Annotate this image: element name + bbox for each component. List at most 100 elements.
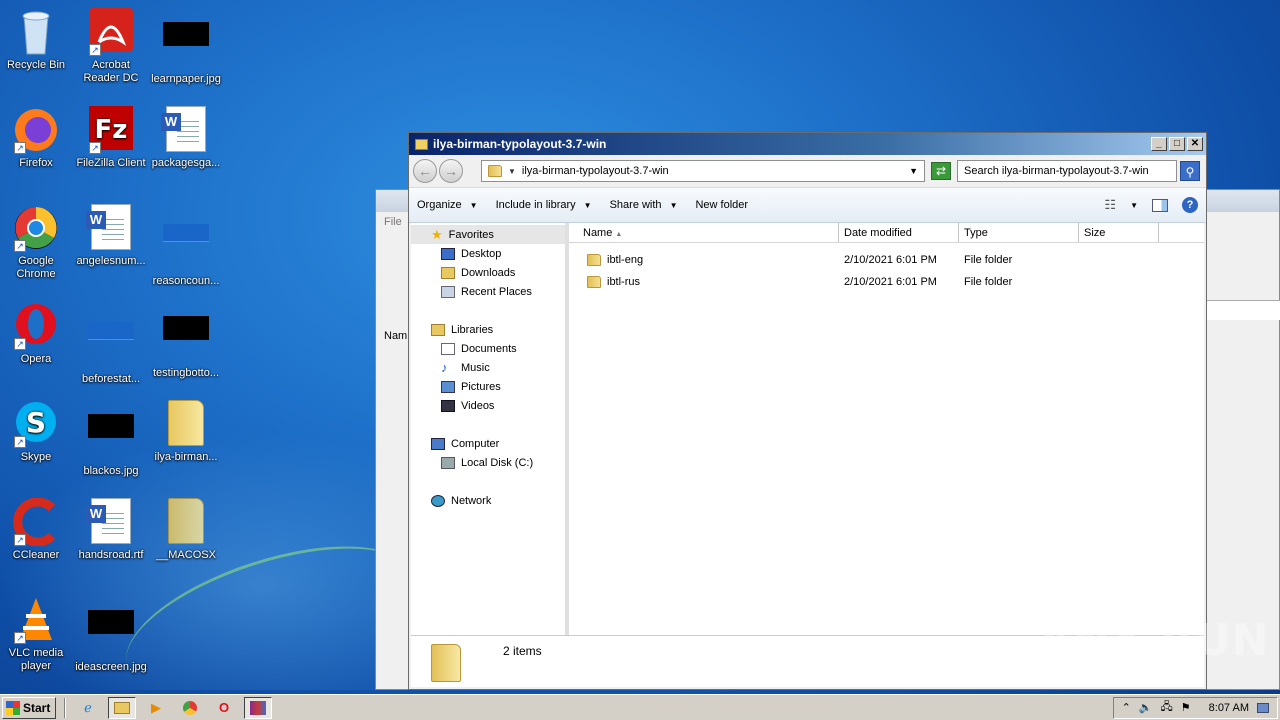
desktop-icon-label: ideascreen.jpg xyxy=(75,661,147,673)
desktop-icon-handsroad[interactable]: W handsroad.rtf xyxy=(73,498,149,562)
network-tray-icon[interactable]: 🖧 xyxy=(1161,698,1173,717)
desktop-icon-beforestat[interactable]: beforestat... xyxy=(73,302,149,386)
preview-pane-icon[interactable] xyxy=(1152,198,1168,212)
desktop-icon-ideascreen[interactable]: ideascreen.jpg xyxy=(73,596,149,674)
desktop-icon-testingbotto[interactable]: testingbotto... xyxy=(148,302,224,380)
explorer-titlebar[interactable]: ilya-birman-typolayout-3.7-win _ □ ✕ xyxy=(409,133,1206,155)
volume-icon[interactable]: 🔈 xyxy=(1139,701,1153,714)
help-icon[interactable]: ? xyxy=(1182,197,1198,213)
desktop-icon-reasoncoun[interactable]: reasoncoun... xyxy=(148,204,224,288)
media-player-icon[interactable]: ▶ xyxy=(142,697,170,719)
organize-button[interactable]: Organize ▼ xyxy=(417,199,478,211)
desktop-icon-filezilla[interactable]: Fz ↗ FileZilla Client xyxy=(73,106,149,170)
command-bar: Organize ▼ Include in library ▼ Share with… xyxy=(409,187,1206,223)
close-button[interactable]: ✕ xyxy=(1187,137,1203,151)
image-file-icon xyxy=(87,610,135,658)
recycle-bin-icon xyxy=(12,8,60,56)
column-name-header[interactable]: Name ▲ xyxy=(569,223,839,242)
start-button[interactable]: Start xyxy=(2,696,56,719)
address-field[interactable]: ▼ ilya-birman-typolayout-3.7-win ▼ xyxy=(481,160,925,182)
column-date-header[interactable]: Date modified xyxy=(839,223,959,242)
desktop-icon-vlc[interactable]: ↗ VLC media player xyxy=(0,596,74,673)
view-options-icon[interactable]: ☷ xyxy=(1104,197,1116,213)
documents-icon xyxy=(441,342,455,355)
desktop-icon-ccleaner[interactable]: ↗ CCleaner xyxy=(0,497,74,562)
winrar-taskbar-icon[interactable] xyxy=(244,696,272,719)
explorer-taskbar-icon[interactable] xyxy=(108,696,136,719)
nav-favorites[interactable]: ★ Favorites xyxy=(411,225,565,244)
minimize-button[interactable]: _ xyxy=(1151,137,1167,151)
background-window-pane xyxy=(1206,300,1280,320)
acrobat-icon: ↗ xyxy=(87,8,135,56)
nav-desktop[interactable]: Desktop xyxy=(411,244,565,263)
chevron-down-icon[interactable]: ▼ xyxy=(508,167,516,176)
nav-videos[interactable]: Videos xyxy=(411,396,565,415)
show-desktop-icon[interactable] xyxy=(1257,702,1269,713)
action-center-icon[interactable]: ⚑ xyxy=(1181,701,1191,714)
maximize-button[interactable]: □ xyxy=(1169,137,1185,151)
nav-recent-places[interactable]: Recent Places xyxy=(411,282,565,301)
system-tray: ⌃ 🔈 🖧 ⚑ 8:07 AM xyxy=(1112,696,1278,719)
address-dropdown-icon[interactable]: ▼ xyxy=(909,166,918,176)
desktop-icon-packagesga[interactable]: W packagesga... xyxy=(148,106,224,170)
desktop-icon-label: Skype xyxy=(20,451,52,463)
nav-local-disk[interactable]: Local Disk (C:) xyxy=(411,453,565,472)
shortcut-arrow-icon: ↗ xyxy=(14,240,26,252)
desktop-icon-label: VLC media player xyxy=(8,647,64,672)
explorer-window[interactable]: ilya-birman-typolayout-3.7-win _ □ ✕ ← →… xyxy=(408,132,1207,690)
desktop-icon-blackos[interactable]: blackos.jpg xyxy=(73,400,149,478)
show-hidden-icons-icon[interactable]: ⌃ xyxy=(1122,701,1131,714)
desktop-icon xyxy=(441,247,455,260)
back-button[interactable]: ← xyxy=(413,159,437,183)
chevron-down-icon[interactable]: ▼ xyxy=(1130,201,1138,210)
search-input[interactable]: Search ilya-birman-typolayout-3.7-win ⚲ xyxy=(957,160,1200,182)
column-size-header[interactable]: Size xyxy=(1079,223,1159,242)
nav-music[interactable]: ♪ Music xyxy=(411,358,565,377)
star-icon: ★ xyxy=(431,226,443,242)
clock[interactable]: 8:07 AM xyxy=(1209,702,1249,714)
desktop-icon-label: beforestat... xyxy=(81,373,141,385)
windows-logo-icon xyxy=(6,700,20,715)
shortcut-arrow-icon: ↗ xyxy=(89,142,101,154)
zip-folder-icon xyxy=(162,400,210,448)
share-with-button[interactable]: Share with ▼ xyxy=(610,199,678,211)
desktop-icon-firefox[interactable]: ↗ Firefox xyxy=(0,106,74,170)
desktop-icon-opera[interactable]: ↗ Opera xyxy=(0,302,74,366)
include-in-library-button[interactable]: Include in library ▼ xyxy=(496,199,592,211)
forward-button[interactable]: → xyxy=(439,159,463,183)
chrome-taskbar-icon[interactable] xyxy=(176,697,204,719)
file-icon xyxy=(162,224,210,272)
nav-downloads[interactable]: Downloads xyxy=(411,263,565,282)
file-type: File folder xyxy=(964,276,1013,288)
background-menu-file[interactable]: File xyxy=(384,216,402,228)
start-label: Start xyxy=(23,700,51,715)
chevron-down-icon: ▼ xyxy=(669,200,678,210)
nav-label: Local Disk (C:) xyxy=(461,456,534,469)
nav-computer[interactable]: Computer xyxy=(411,434,565,453)
column-type-header[interactable]: Type xyxy=(959,223,1079,242)
new-folder-button[interactable]: New folder xyxy=(695,199,748,211)
nav-pictures[interactable]: Pictures xyxy=(411,377,565,396)
desktop-icon-skype[interactable]: S ↗ Skype xyxy=(0,400,74,464)
desktop-icon-label: Google Chrome xyxy=(16,255,56,280)
internet-explorer-icon[interactable]: ℯ xyxy=(74,697,102,719)
desktop-icon-chrome[interactable]: ↗ Google Chrome xyxy=(0,204,74,281)
shortcut-arrow-icon: ↗ xyxy=(14,142,26,154)
nav-label: Computer xyxy=(451,437,500,450)
nav-libraries[interactable]: Libraries xyxy=(411,320,565,339)
nav-documents[interactable]: Documents xyxy=(411,339,565,358)
nav-label: Videos xyxy=(461,399,495,412)
refresh-button[interactable]: ⇄ xyxy=(931,162,951,180)
share-label: Share with xyxy=(609,199,662,211)
desktop-icon-acrobat[interactable]: ↗ Acrobat Reader DC xyxy=(73,8,149,85)
desktop-icon-learnpaper[interactable]: learnpaper.jpg xyxy=(148,8,224,86)
opera-taskbar-icon[interactable]: O xyxy=(210,697,238,719)
table-row[interactable]: ibtl-eng 2/10/2021 6:01 PM File folder xyxy=(569,249,1204,271)
table-row[interactable]: ibtl-rus 2/10/2021 6:01 PM File folder xyxy=(569,271,1204,293)
nav-network[interactable]: Network xyxy=(411,491,565,510)
desktop-icon-ilya-birman[interactable]: ilya-birman... xyxy=(148,400,224,464)
desktop-icon-angelesnum[interactable]: W angelesnum... xyxy=(73,204,149,268)
search-icon[interactable]: ⚲ xyxy=(1180,161,1200,181)
desktop-icon-recycle-bin[interactable]: Recycle Bin xyxy=(0,8,74,72)
desktop-icon-macosx[interactable]: __MACOSX xyxy=(148,498,224,562)
